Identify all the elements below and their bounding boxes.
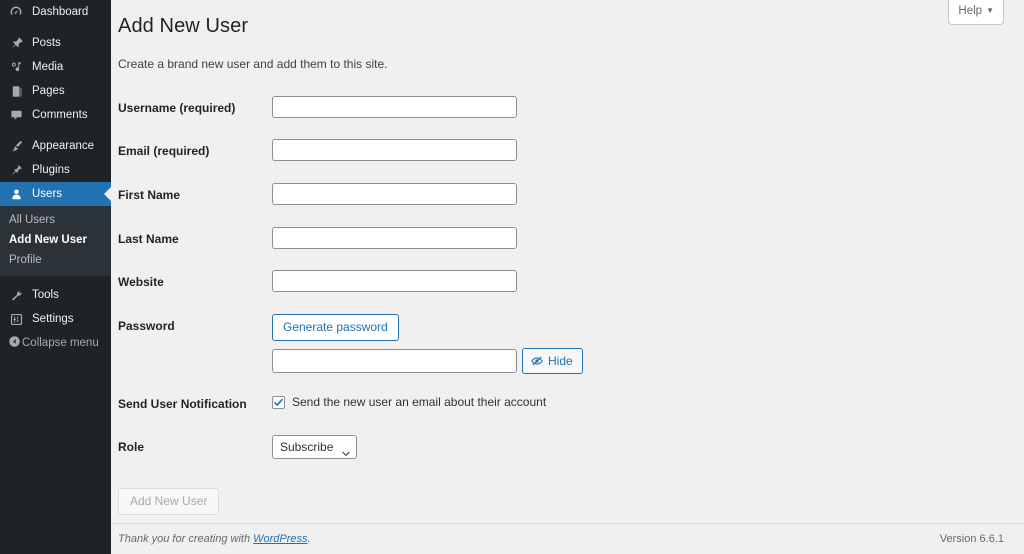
- sidebar-item-dashboard[interactable]: Dashboard: [0, 0, 111, 24]
- sidebar-item-pages[interactable]: Pages: [0, 79, 111, 103]
- pages-icon: [7, 82, 25, 100]
- sidebar-item-users[interactable]: Users: [0, 182, 111, 206]
- sidebar-item-settings[interactable]: Settings: [0, 307, 111, 331]
- hide-password-label: Hide: [548, 353, 573, 368]
- form-row-username: Username (required): [118, 87, 718, 131]
- wordpress-link[interactable]: WordPress: [253, 533, 307, 545]
- sidebar-item-tools[interactable]: Tools: [0, 283, 111, 307]
- collapse-menu-label: Collapse menu: [22, 337, 99, 349]
- sidebar-item-label: Users: [32, 188, 63, 200]
- submenu-item-profile[interactable]: Profile: [0, 250, 111, 270]
- notification-checkbox-row: Send the new user an email about their a…: [272, 392, 708, 411]
- users-person-icon: [7, 185, 25, 203]
- help-tab-label: Help: [958, 5, 983, 17]
- plugins-plug-icon: [7, 161, 25, 179]
- settings-sliders-icon: [7, 310, 25, 328]
- tools-wrench-icon: [7, 286, 25, 304]
- sidebar-item-label: Posts: [32, 37, 61, 49]
- hide-password-button[interactable]: Hide: [522, 347, 583, 374]
- add-user-form-table: Username (required) Email (required) Fir…: [118, 87, 718, 470]
- sidebar-item-label: Media: [32, 61, 64, 73]
- form-row-last-name: Last Name: [118, 218, 718, 262]
- generate-password-button[interactable]: Generate password: [272, 313, 399, 341]
- last-name-label: Last Name: [118, 231, 179, 246]
- first-name-input[interactable]: [272, 182, 517, 205]
- pin-icon: [7, 34, 25, 52]
- appearance-brush-icon: [7, 137, 25, 155]
- screen-meta-links: Help ▼: [948, 0, 1004, 25]
- page-title: Add New User: [118, 15, 249, 37]
- sidebar-item-plugins[interactable]: Plugins: [0, 158, 111, 182]
- send-notification-checkbox-label: Send the new user an email about their a…: [292, 394, 547, 409]
- email-label: Email (required): [118, 144, 210, 159]
- submenu-item-add-new-user[interactable]: Add New User: [0, 230, 111, 250]
- role-label: Role: [118, 440, 145, 455]
- comments-icon: [7, 106, 25, 124]
- form-row-website: Website: [118, 261, 718, 305]
- form-row-password: Password Generate password Hide: [118, 305, 718, 383]
- form-row-email: Email (required): [118, 130, 718, 174]
- sidebar-item-label: Plugins: [32, 164, 70, 176]
- sidebar-item-label: Appearance: [32, 140, 95, 152]
- collapse-menu-button[interactable]: Collapse menu: [0, 331, 111, 355]
- eye-slash-icon: [530, 354, 544, 368]
- website-label: Website: [118, 275, 164, 290]
- collapse-arrow-icon: [7, 334, 22, 352]
- email-field[interactable]: [272, 139, 517, 162]
- sidebar-item-label: Comments: [32, 109, 88, 121]
- sidebar-item-label: Tools: [32, 289, 59, 301]
- last-name-input[interactable]: [272, 226, 517, 249]
- sidebar-item-posts[interactable]: Posts: [0, 31, 111, 55]
- dashboard-icon: [7, 3, 25, 21]
- sidebar-item-label: Settings: [32, 313, 74, 325]
- username-input[interactable]: [272, 95, 517, 118]
- username-label: Username (required): [118, 100, 236, 115]
- sidebar-item-comments[interactable]: Comments: [0, 103, 111, 127]
- form-row-first-name: First Name: [118, 174, 718, 218]
- role-select-wrapper: SubscriberContributorAuthorEditorAdminis…: [272, 435, 357, 460]
- password-input-group: Hide: [272, 347, 708, 374]
- sidebar-item-media[interactable]: Media: [0, 55, 111, 79]
- footer-version: Version 6.6.1: [939, 533, 1004, 545]
- footer-thanks: Thank you for creating with WordPress.: [118, 533, 311, 545]
- page-description: Create a brand new user and add them to …: [118, 57, 388, 71]
- submit-wrapper: Add New User: [118, 487, 1004, 515]
- password-input[interactable]: [272, 348, 517, 373]
- chevron-down-icon: ▼: [986, 6, 994, 15]
- first-name-label: First Name: [118, 187, 181, 202]
- admin-sidebar: Dashboard Posts Media Pages Comments App…: [0, 0, 111, 554]
- wp-admin-screen: Dashboard Posts Media Pages Comments App…: [0, 0, 1024, 554]
- footer-thanks-prefix: Thank you for creating with: [118, 533, 254, 545]
- sidebar-item-label: Dashboard: [32, 6, 89, 18]
- role-select[interactable]: SubscriberContributorAuthorEditorAdminis…: [272, 435, 357, 460]
- footer-thanks-suffix: .: [307, 533, 311, 545]
- send-user-notification-label: Send User Notification: [118, 396, 247, 411]
- sidebar-item-appearance[interactable]: Appearance: [0, 134, 111, 158]
- content-wrapper: Add New User Create a brand new user and…: [111, 0, 1024, 519]
- submenu-item-all-users[interactable]: All Users: [0, 210, 111, 230]
- form-row-send-notification: Send User Notification Send the new user…: [118, 383, 718, 427]
- media-icon: [7, 58, 25, 76]
- password-label: Password: [118, 318, 175, 333]
- main-content: Help ▼ Add New User Create a brand new us…: [111, 0, 1024, 554]
- admin-footer: Thank you for creating with WordPress. V…: [111, 523, 1024, 554]
- send-notification-checkbox[interactable]: [272, 396, 285, 410]
- sidebar-item-label: Pages: [32, 85, 65, 97]
- form-row-role: Role SubscriberContributorAuthorEditorAd…: [118, 426, 718, 470]
- add-new-user-submit-button[interactable]: Add New User: [118, 487, 220, 515]
- help-tab-button[interactable]: Help ▼: [948, 0, 1004, 25]
- sidebar-submenu-users: All Users Add New User Profile: [0, 206, 111, 276]
- website-input[interactable]: [272, 270, 517, 293]
